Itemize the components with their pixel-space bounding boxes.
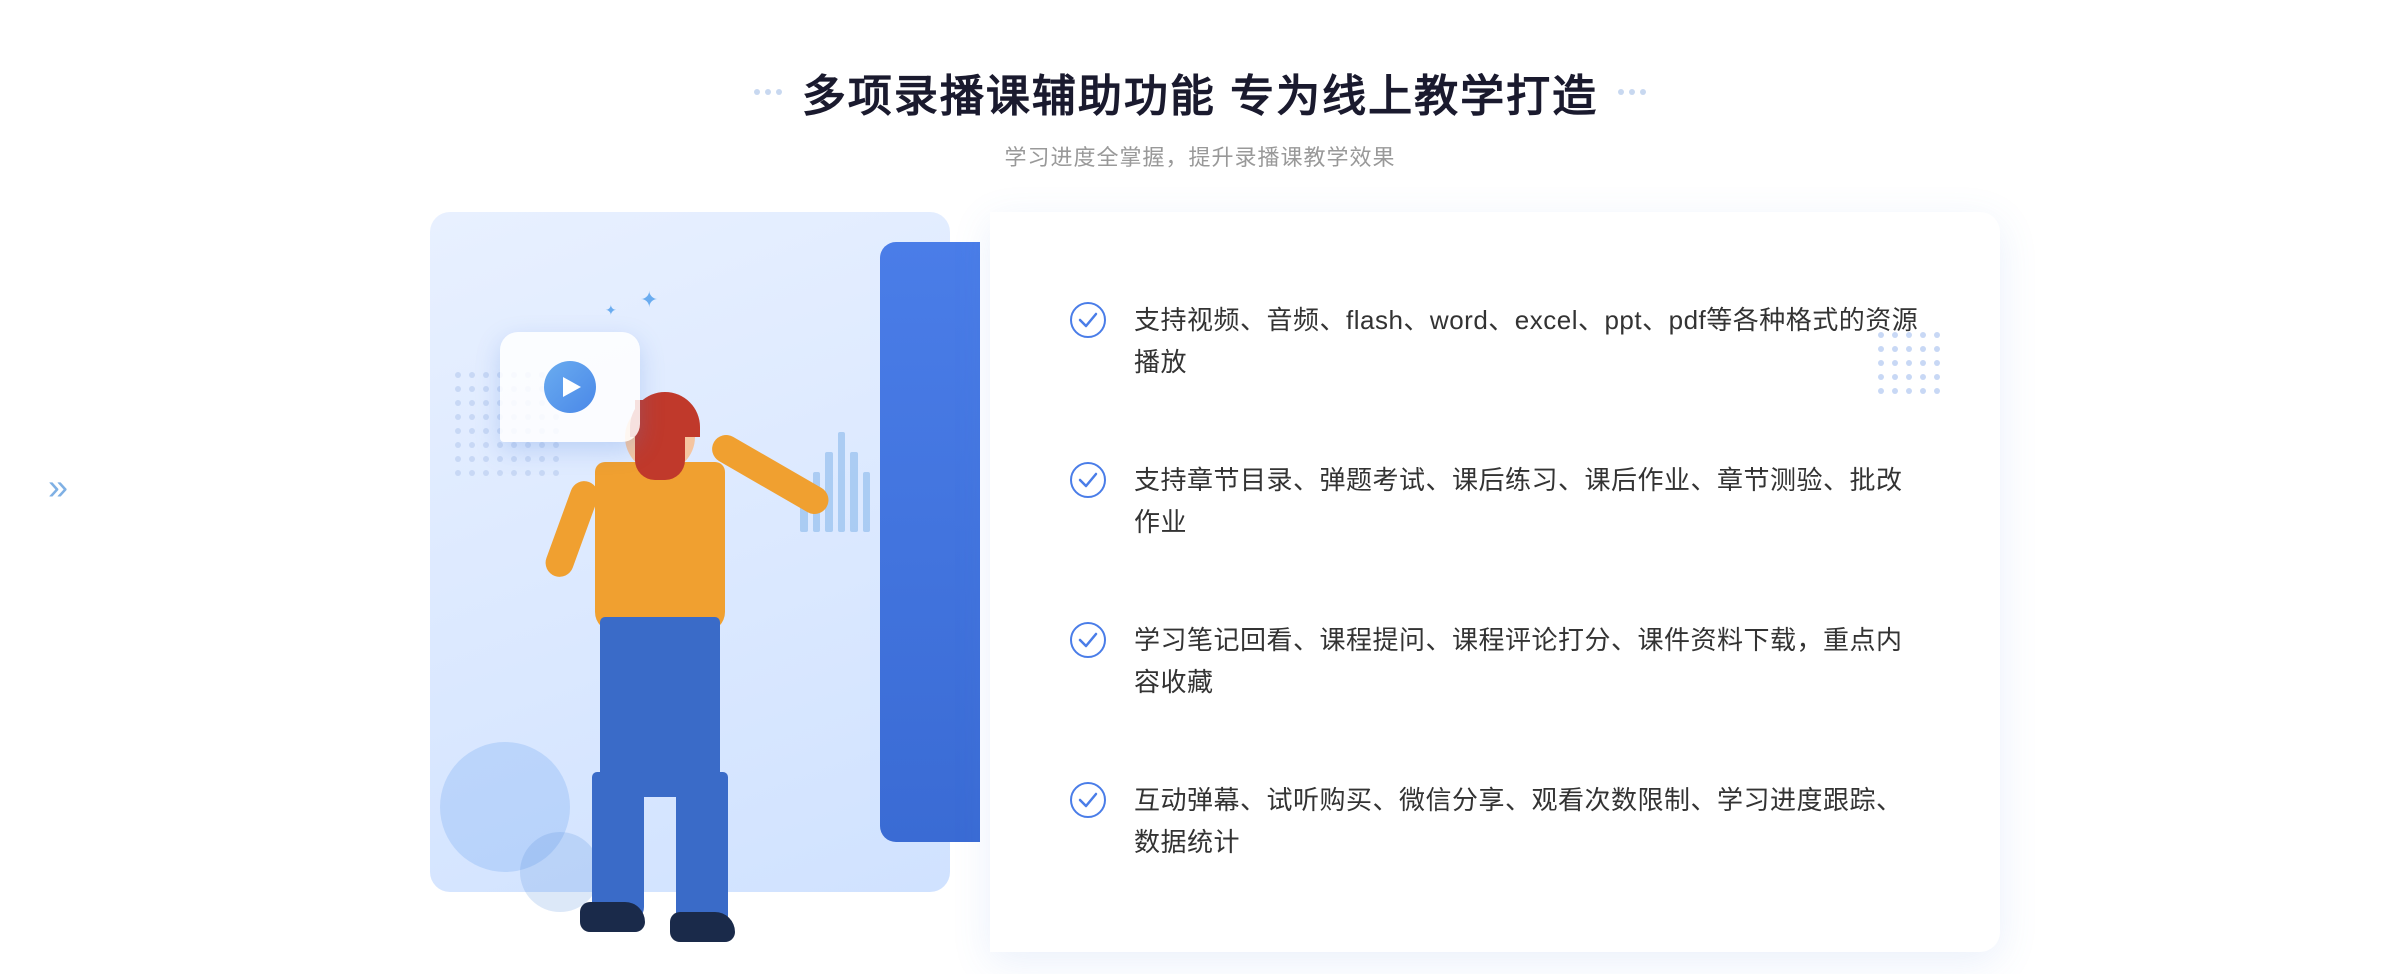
- play-triangle: [563, 377, 581, 397]
- person-shoe-left: [580, 902, 645, 932]
- person-body: [595, 462, 725, 632]
- feature-text-4: 互动弹幕、试听购买、微信分享、观看次数限制、学习进度跟踪、数据统计: [1134, 780, 1920, 863]
- feature-text-2: 支持章节目录、弹题考试、课后练习、课后作业、章节测验、批改作业: [1134, 460, 1920, 543]
- illustration-area: ✦ ✦: [400, 212, 980, 952]
- person-leg-left: [592, 772, 644, 922]
- person-arm-right: [707, 430, 834, 519]
- feature-text-1: 支持视频、音频、flash、word、excel、ppt、pdf等各种格式的资源…: [1134, 300, 1920, 383]
- feature-item-4: 互动弹幕、试听购买、微信分享、观看次数限制、学习进度跟踪、数据统计: [1070, 780, 1920, 863]
- person-pants: [600, 617, 720, 797]
- person-leg-right: [676, 772, 728, 932]
- main-content: ✦ ✦: [400, 212, 2000, 952]
- right-dot-decoration: [1878, 332, 1940, 394]
- blue-side-panel: [880, 242, 980, 842]
- page-wrapper: » 多项录播课辅助功能 专为线上教学打造 学习进度全掌握，提升录播课教学效果: [0, 0, 2400, 974]
- page-header: 多项录播课辅助功能 专为线上教学打造 学习进度全掌握，提升录播课教学效果: [754, 60, 1646, 172]
- title-wrapper: 多项录播课辅助功能 专为线上教学打造: [754, 60, 1646, 124]
- sparkle-icon-2: ✦: [640, 287, 658, 313]
- feature-item-2: 支持章节目录、弹题考试、课后练习、课后作业、章节测验、批改作业: [1070, 460, 1920, 543]
- play-bubble: [500, 332, 640, 442]
- check-icon-2: [1070, 462, 1106, 498]
- page-subtitle: 学习进度全掌握，提升录播课教学效果: [754, 140, 1646, 172]
- features-panel: 支持视频、音频、flash、word、excel、ppt、pdf等各种格式的资源…: [990, 212, 2000, 952]
- sparkle-icon-1: ✦: [605, 302, 617, 319]
- check-icon-3: [1070, 622, 1106, 658]
- feature-item-1: 支持视频、音频、flash、word、excel、ppt、pdf等各种格式的资源…: [1070, 300, 1920, 383]
- chevron-left-decoration: »: [48, 466, 68, 508]
- person-arm-left: [542, 477, 603, 581]
- left-decoration: [754, 89, 782, 95]
- person-hair: [630, 392, 700, 437]
- person-shoe-right: [670, 912, 735, 942]
- feature-text-3: 学习笔记回看、课程提问、课程评论打分、课件资料下载，重点内容收藏: [1134, 620, 1920, 703]
- right-decoration: [1618, 89, 1646, 95]
- feature-item-3: 学习笔记回看、课程提问、课程评论打分、课件资料下载，重点内容收藏: [1070, 620, 1920, 703]
- person-figure: [500, 372, 820, 952]
- check-icon-1: [1070, 302, 1106, 338]
- page-title: 多项录播课辅助功能 专为线上教学打造: [802, 60, 1598, 124]
- play-icon: [544, 361, 596, 413]
- check-icon-4: [1070, 782, 1106, 818]
